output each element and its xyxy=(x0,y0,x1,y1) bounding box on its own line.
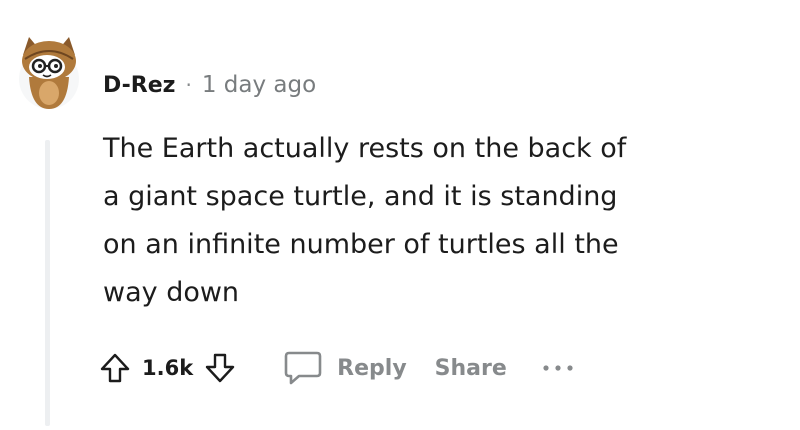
upvote-button[interactable] xyxy=(98,351,132,385)
ellipsis-icon xyxy=(543,365,573,371)
reply-label: Reply xyxy=(337,355,407,381)
meta-separator: · xyxy=(185,73,192,97)
comment-body-line: on an infinite number of turtles all the xyxy=(103,229,619,260)
downvote-button[interactable] xyxy=(203,351,237,385)
comment-body-line: way down xyxy=(103,277,240,308)
thread-line[interactable] xyxy=(45,140,50,426)
username[interactable]: D-Rez xyxy=(103,73,175,98)
share-button[interactable]: Share xyxy=(435,356,507,381)
arrow-up-outline-icon xyxy=(100,353,130,383)
vote-count: 1.6k xyxy=(142,356,194,380)
speech-bubble-icon xyxy=(284,351,322,385)
comment: D-Rez · 1 day ago The Earth actually res… xyxy=(0,0,800,430)
avatar[interactable] xyxy=(15,33,83,111)
timestamp[interactable]: 1 day ago xyxy=(202,72,316,98)
comment-body-line: a giant space turtle, and it is standing xyxy=(103,181,618,212)
more-options-button[interactable] xyxy=(541,363,575,373)
reply-button[interactable]: Reply xyxy=(283,349,407,387)
snoo-owl-avatar-icon xyxy=(19,37,79,109)
comment-header: D-Rez · 1 day ago xyxy=(103,68,316,102)
comment-actions: 1.6k Reply Share xyxy=(98,343,575,393)
comment-body-line: The Earth actually rests on the back of xyxy=(103,133,627,164)
comment-body: The Earth actually rests on the back of … xyxy=(103,125,703,317)
arrow-down-outline-icon xyxy=(205,353,235,383)
